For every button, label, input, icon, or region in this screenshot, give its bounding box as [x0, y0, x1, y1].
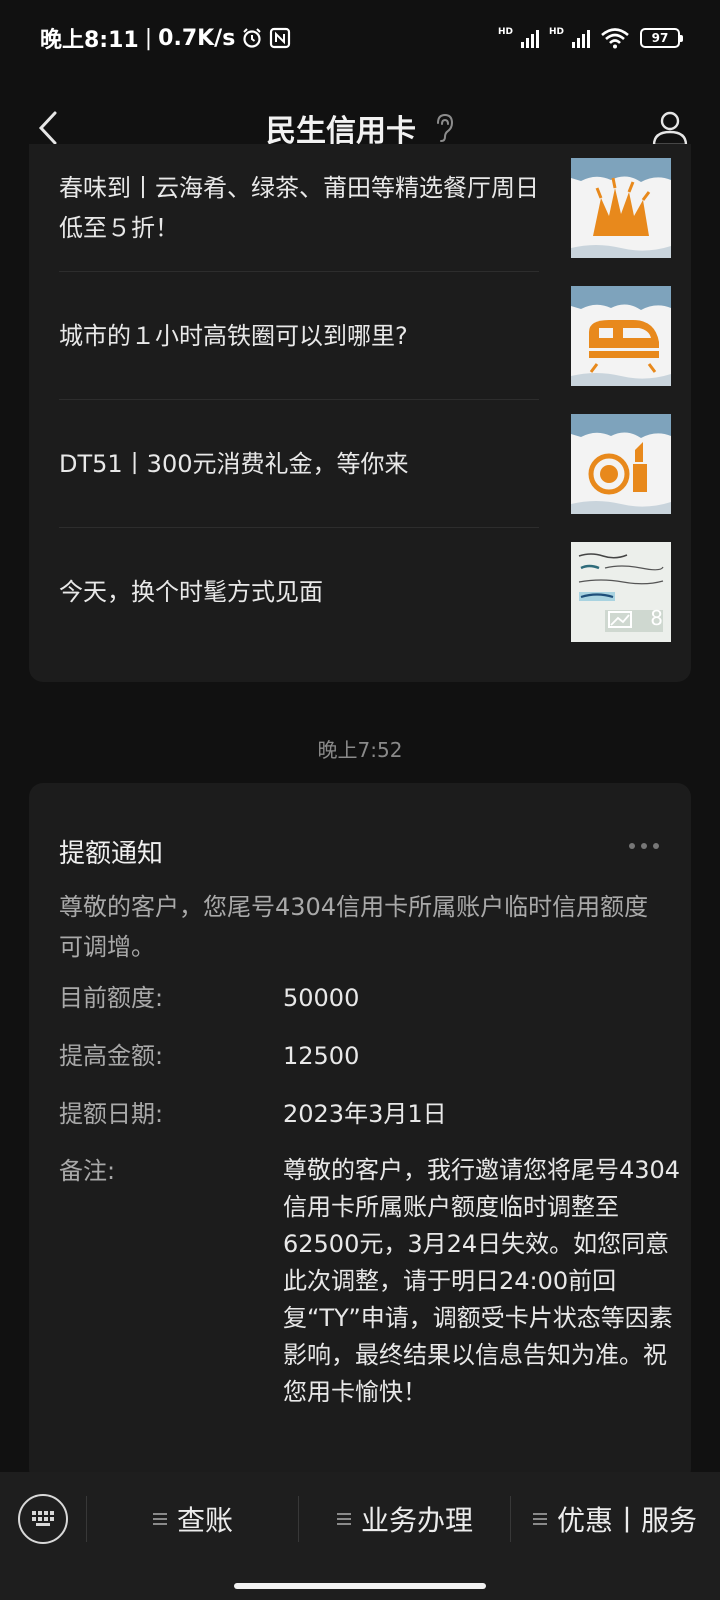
field-value: 尊敬的客户，我行邀请您将尾号4304信用卡所属账户额度临时调整至62500元，3… — [283, 1156, 681, 1406]
status-time: 晚上8:11 — [40, 28, 139, 53]
status-separator: | — [144, 25, 153, 51]
menu-icon — [152, 1513, 167, 1525]
status-bar: 晚上8:11 | 0.7K/s HD HD 97 — [0, 0, 720, 76]
status-left: 晚上8:11 | 0.7K/s — [40, 22, 291, 54]
field-value: 2023年3月1日 — [283, 1100, 447, 1128]
nav-item-services[interactable]: 业务办理 — [300, 1490, 510, 1548]
battery-level: 97 — [651, 31, 669, 45]
cosmetics-icon — [571, 414, 671, 514]
notice-title: 提额通知 — [59, 839, 164, 869]
nav-separator — [86, 1496, 87, 1542]
train-icon — [571, 286, 671, 386]
hd-badge-2: HD — [548, 27, 564, 37]
article-title: 城市的１小时高铁圈可以到哪里? — [59, 322, 408, 350]
field-value: 50000 — [283, 984, 360, 1012]
field-label: 提额日期: — [59, 1100, 164, 1128]
article-title: 今天，换个时髦方式见面 — [59, 578, 323, 606]
menu-icon — [336, 1513, 351, 1525]
signal-icon-2 — [572, 28, 590, 48]
bottom-nav: 查账 业务办理 优惠丨服务 — [0, 1472, 720, 1600]
status-right: HD HD 97 — [497, 27, 683, 49]
menu-icon — [532, 1513, 547, 1525]
user-icon — [652, 111, 688, 147]
ear-icon[interactable] — [434, 113, 454, 143]
dining-icon — [571, 158, 671, 258]
notice-intro: 尊敬的客户，您尾号4304信用卡所属账户临时信用额度可调增。 — [59, 893, 649, 961]
nav-separator — [298, 1496, 299, 1542]
keyboard-toggle-button[interactable] — [18, 1494, 68, 1544]
keyboard-icon — [32, 1511, 54, 1526]
net-speed: 0.7K/s — [158, 25, 236, 51]
article-item-4[interactable]: 今天，换个时髦方式见面 8 — [59, 528, 671, 656]
nav-item-offers[interactable]: 优惠丨服务 — [512, 1490, 718, 1548]
article-thumbnail: 8 — [571, 542, 671, 642]
nav-item-billing[interactable]: 查账 — [88, 1490, 298, 1548]
wifi-icon — [601, 28, 629, 49]
nav-label: 查账 — [176, 1504, 233, 1537]
article-item-1[interactable]: 春味到丨云海肴、绿茶、莆田等精选餐厅周日低至５折！ — [59, 144, 671, 272]
field-label: 目前额度: — [59, 984, 164, 1012]
field-label: 提高金额: — [59, 1042, 164, 1070]
nav-label: 优惠丨服务 — [556, 1504, 697, 1537]
hd-badge: HD — [497, 27, 513, 37]
battery-icon: 97 — [640, 28, 683, 48]
nfc-icon — [270, 27, 291, 49]
message-timestamp: 晚上7:52 — [317, 738, 403, 762]
field-value: 12500 — [283, 1042, 360, 1070]
article-thumbnail — [571, 158, 671, 258]
article-thumbnail — [571, 286, 671, 386]
article-item-3[interactable]: DT51丨300元消费礼金，等你来 — [59, 400, 671, 528]
nav-separator — [510, 1496, 511, 1542]
more-options-icon[interactable] — [629, 843, 659, 849]
field-label: 备注: — [59, 1157, 116, 1185]
article-item-2[interactable]: 城市的１小时高铁圈可以到哪里? — [59, 272, 671, 400]
home-indicator[interactable] — [234, 1583, 486, 1589]
alarm-icon — [243, 28, 262, 48]
back-arrow-icon — [38, 111, 57, 145]
article-thumbnail — [571, 414, 671, 514]
article-title: DT51丨300元消费礼金，等你来 — [59, 450, 409, 478]
article-list-card: 春味到丨云海肴、绿茶、莆田等精选餐厅周日低至５折！ 城市的１小时高铁圈可以到哪里… — [29, 144, 691, 682]
notice-card: 提额通知 尊敬的客户，您尾号4304信用卡所属账户临时信用额度可调增。 目前额度… — [29, 783, 691, 1483]
image-count: 8 — [650, 606, 663, 630]
article-title: 春味到丨云海肴、绿茶、莆田等精选餐厅周日低至５折！ — [59, 174, 539, 242]
signal-icon — [520, 28, 539, 48]
nav-label: 业务办理 — [360, 1504, 473, 1537]
